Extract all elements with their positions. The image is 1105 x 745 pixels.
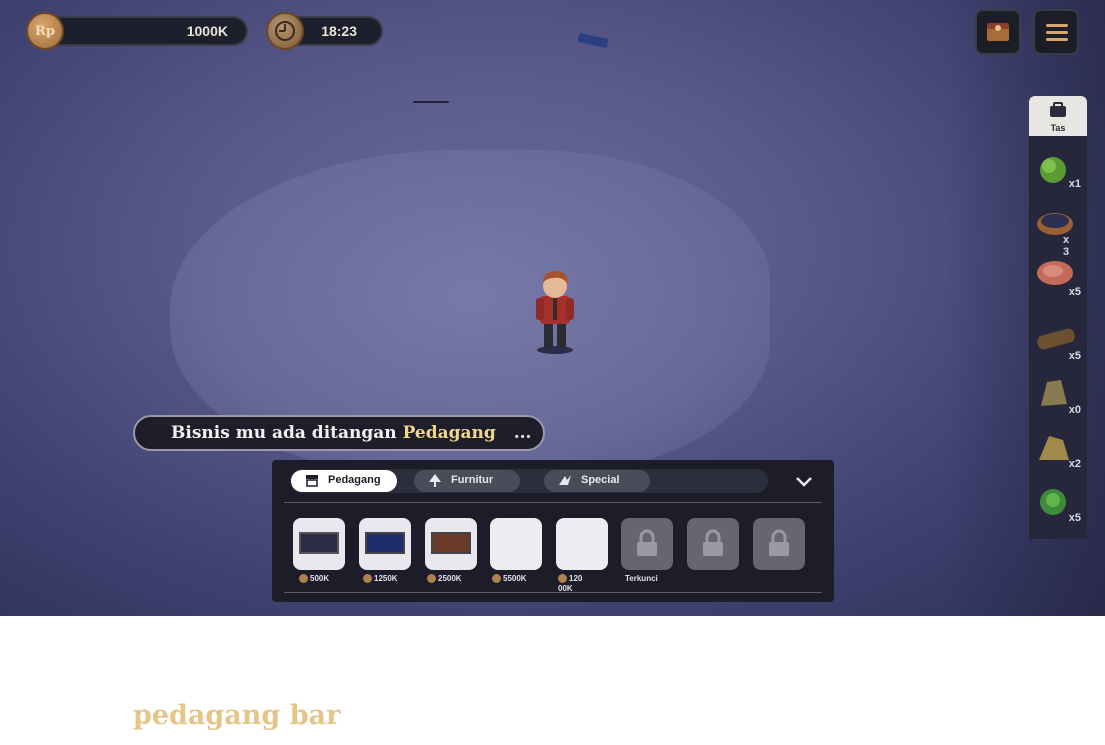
caption-title: pedagang bar [133, 700, 341, 731]
shop-item-slot[interactable] [556, 518, 608, 570]
bag-icon [1050, 102, 1066, 117]
coin-icon [427, 574, 436, 583]
shop-item-slot[interactable] [359, 518, 411, 570]
item-count: x2 [1068, 458, 1081, 470]
shop-panel: Pedagang Furnitur Special 500K 1250K 250… [272, 460, 834, 602]
tab-label: Pedagang [328, 474, 381, 486]
herb-icon [1040, 489, 1066, 515]
message-text: Bisnis mu ada ditangan Pedagang ... [171, 423, 531, 443]
inventory-bar: Tas x1 x 3 x5 x5 x0 x2 x5 [1029, 96, 1087, 539]
ore-icon [1039, 436, 1069, 460]
inventory-slot[interactable]: x0 [1033, 374, 1083, 418]
meat-icon [1037, 261, 1073, 285]
inventory-slot[interactable]: x2 [1033, 428, 1083, 472]
inventory-slot[interactable]: x5 [1033, 256, 1083, 300]
rupiah-coin-icon: Rp [26, 12, 64, 50]
player-character[interactable] [530, 268, 580, 356]
divider [284, 502, 822, 503]
lock-icon [637, 529, 657, 556]
shop-item-slot-locked[interactable] [621, 518, 673, 570]
bag-tab[interactable]: Tas [1029, 96, 1087, 136]
tab-special[interactable]: Special [544, 470, 650, 492]
lock-icon [769, 529, 789, 556]
tab-pedagang[interactable]: Pedagang [291, 470, 397, 492]
special-icon [559, 475, 571, 485]
item-price: 120 00K [558, 574, 583, 593]
rock [413, 101, 449, 103]
item-count: x5 [1068, 350, 1081, 362]
shop-item-slot-locked[interactable] [687, 518, 739, 570]
coin-icon [299, 574, 308, 583]
item-count: x5 [1068, 286, 1081, 298]
item-locked-label: Terkunci [625, 574, 658, 583]
message-ellipsis: ... [513, 423, 532, 443]
clock-display: 18:23 [266, 12, 383, 50]
menu-button[interactable] [1033, 9, 1079, 55]
item-price: 500K [299, 574, 329, 583]
collapse-chevron-icon[interactable] [794, 474, 814, 490]
stall-preview-icon [299, 532, 339, 554]
item-count: x5 [1068, 512, 1081, 524]
shop-icon [306, 475, 318, 487]
coin-icon [558, 574, 567, 583]
item-price: 5500K [492, 574, 527, 583]
lock-icon [703, 529, 723, 556]
stall-preview-icon [365, 532, 405, 554]
clock-time: 18:23 [321, 23, 357, 39]
shop-item-slot[interactable] [490, 518, 542, 570]
item-price: 1250K [363, 574, 398, 583]
chest-icon [987, 23, 1009, 41]
stone-icon [1041, 380, 1067, 406]
message-prefix: Bisnis mu ada ditangan [171, 423, 397, 443]
item-count: x0 [1068, 404, 1081, 416]
tab-label: Special [581, 474, 620, 486]
clock-icon [266, 12, 304, 50]
inventory-slot[interactable]: x5 [1033, 320, 1083, 364]
item-count: x1 [1068, 178, 1081, 190]
coin-icon [363, 574, 372, 583]
money-value: 1000K [186, 23, 228, 39]
inventory-slot[interactable]: x1 [1033, 148, 1083, 192]
shop-item-slot[interactable] [293, 518, 345, 570]
item-price: 2500K [427, 574, 462, 583]
stall-preview-icon [431, 532, 471, 554]
money-display: Rp 1000K [26, 12, 248, 50]
chest-button[interactable] [975, 9, 1021, 55]
shop-item-slot[interactable] [425, 518, 477, 570]
inventory-slot[interactable]: x 3 [1033, 206, 1083, 258]
cabbage-icon [1040, 157, 1066, 183]
rock [577, 32, 609, 49]
message-bar: Bisnis mu ada ditangan Pedagang ... [133, 415, 545, 451]
tab-furnitur[interactable]: Furnitur [414, 470, 520, 492]
divider [284, 592, 822, 593]
tree-icon [429, 474, 441, 487]
bag-label: Tas [1050, 123, 1066, 133]
shop-tabs: Pedagang Furnitur Special [290, 469, 768, 493]
coin-icon [492, 574, 501, 583]
inventory-slot[interactable]: x5 [1033, 482, 1083, 526]
message-highlight: Pedagang [402, 423, 496, 443]
shop-item-slot-locked[interactable] [753, 518, 805, 570]
item-count: x 3 [1062, 234, 1070, 258]
tab-label: Furnitur [451, 474, 494, 486]
